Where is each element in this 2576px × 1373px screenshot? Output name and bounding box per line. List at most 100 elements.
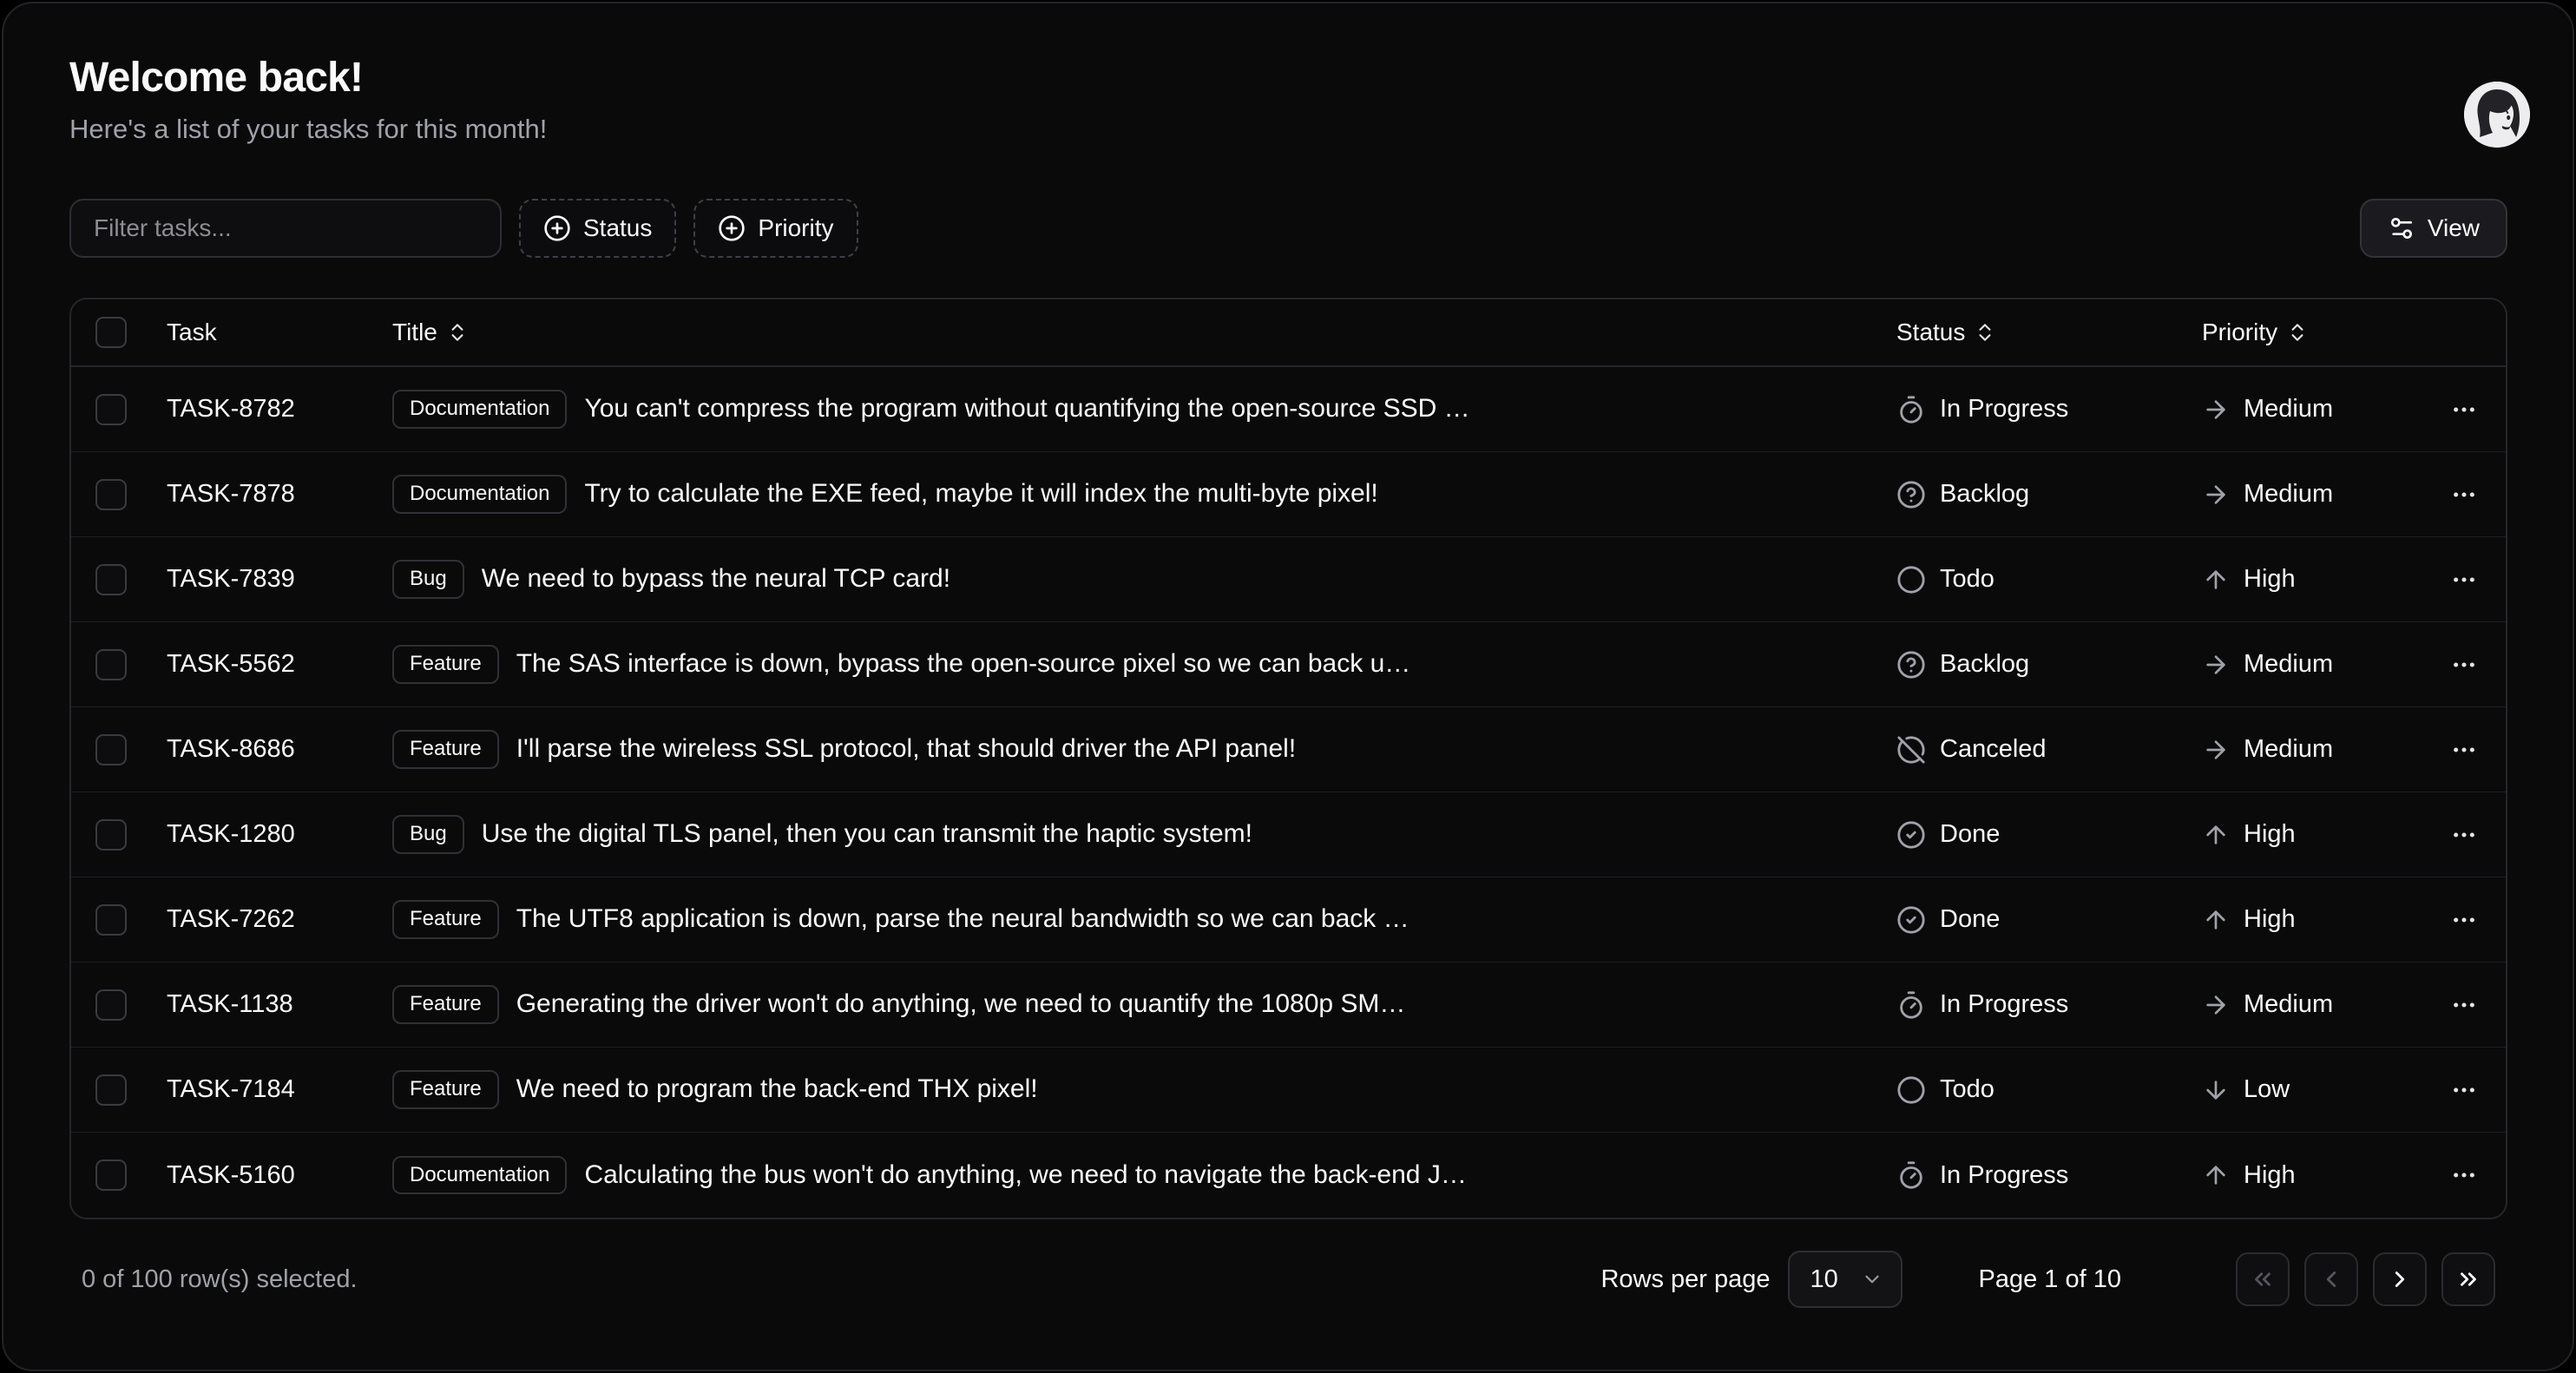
table-row: TASK-5160 Documentation Calculating the … xyxy=(71,1133,2506,1218)
task-id: TASK-7184 xyxy=(167,1075,295,1104)
task-id: TASK-1280 xyxy=(167,820,295,849)
arrow-right-icon xyxy=(2202,991,2230,1019)
row-actions-button[interactable] xyxy=(2439,470,2489,520)
page-header: Welcome back! Here's a list of your task… xyxy=(69,54,2507,145)
task-title: You can't compress the program without q… xyxy=(584,394,1469,424)
priority-filter-button[interactable]: Priority xyxy=(693,199,858,258)
chevron-down-icon xyxy=(1861,1268,1883,1291)
column-header-status-label: Status xyxy=(1896,319,1965,346)
row-checkbox[interactable] xyxy=(95,989,127,1021)
rows-per-page-label: Rows per page xyxy=(1600,1265,1770,1294)
row-actions-button[interactable] xyxy=(2439,384,2489,435)
ellipsis-icon xyxy=(2450,566,2478,594)
column-header-title-label: Title xyxy=(392,319,437,346)
view-options-button[interactable]: View xyxy=(2360,199,2507,258)
row-actions-button[interactable] xyxy=(2439,980,2489,1030)
next-page-button[interactable] xyxy=(2373,1252,2427,1306)
chevrons-left-icon xyxy=(2250,1266,2276,1292)
row-actions-button[interactable] xyxy=(2439,1065,2489,1115)
select-all-checkbox[interactable] xyxy=(95,317,127,348)
task-type-badge: Bug xyxy=(392,815,464,853)
priority-label: Medium xyxy=(2244,650,2333,679)
circle-plus-icon xyxy=(718,214,746,242)
priority-label: High xyxy=(2244,1161,2296,1190)
arrow-down-icon xyxy=(2202,1076,2230,1104)
row-actions-button[interactable] xyxy=(2439,895,2489,945)
table-row: TASK-7262 Feature The UTF8 application i… xyxy=(71,877,2506,962)
arrow-up-icon xyxy=(2202,821,2230,849)
page-info: Page 1 of 10 xyxy=(1979,1265,2121,1294)
ellipsis-icon xyxy=(2450,991,2478,1019)
circle-icon xyxy=(1896,1075,1926,1105)
last-page-button[interactable] xyxy=(2441,1252,2495,1306)
row-actions-button[interactable] xyxy=(2439,555,2489,605)
row-checkbox[interactable] xyxy=(95,394,127,425)
ellipsis-icon xyxy=(2450,481,2478,509)
circle-off-icon xyxy=(1896,735,1926,765)
row-checkbox[interactable] xyxy=(95,734,127,765)
app-window: Welcome back! Here's a list of your task… xyxy=(2,2,2574,1371)
row-checkbox[interactable] xyxy=(95,649,127,680)
row-actions-button[interactable] xyxy=(2439,810,2489,860)
priority-label: High xyxy=(2244,905,2296,934)
task-title: We need to bypass the neural TCP card! xyxy=(482,564,950,594)
table-row: TASK-7839 Bug We need to bypass the neur… xyxy=(71,537,2506,622)
table-row: TASK-7878 Documentation Try to calculate… xyxy=(71,452,2506,537)
row-checkbox[interactable] xyxy=(95,1159,127,1191)
chevrons-right-icon xyxy=(2455,1266,2481,1292)
status-label: Backlog xyxy=(1940,480,2029,509)
column-header-task: Task xyxy=(167,319,217,346)
priority-label: Low xyxy=(2244,1075,2290,1104)
task-id: TASK-7262 xyxy=(167,905,295,934)
row-checkbox[interactable] xyxy=(95,479,127,510)
row-actions-button[interactable] xyxy=(2439,1150,2489,1200)
row-checkbox[interactable] xyxy=(95,819,127,851)
first-page-button[interactable] xyxy=(2236,1252,2290,1306)
task-type-badge: Documentation xyxy=(392,475,567,513)
column-header-title-sort[interactable]: Title xyxy=(384,312,477,353)
row-checkbox[interactable] xyxy=(95,904,127,936)
tasks-table: Task Title Status Priority xyxy=(69,298,2507,1219)
task-type-badge: Documentation xyxy=(392,1156,567,1194)
task-title: Try to calculate the EXE feed, maybe it … xyxy=(584,479,1377,509)
priority-label: Medium xyxy=(2244,395,2333,424)
task-title: Generating the driver won't do anything,… xyxy=(516,989,1406,1019)
ellipsis-icon xyxy=(2450,396,2478,424)
pager-buttons xyxy=(2236,1252,2495,1306)
column-header-priority-sort[interactable]: Priority xyxy=(2193,312,2317,353)
task-type-badge: Feature xyxy=(392,730,499,768)
task-type-badge: Feature xyxy=(392,1070,499,1108)
ellipsis-icon xyxy=(2450,736,2478,764)
row-checkbox[interactable] xyxy=(95,564,127,595)
timer-icon xyxy=(1896,395,1926,424)
chevrons-up-down-icon xyxy=(1974,321,1996,344)
task-id: TASK-7839 xyxy=(167,565,295,594)
priority-label: Medium xyxy=(2244,735,2333,764)
status-label: Todo xyxy=(1940,1075,1994,1104)
user-avatar[interactable] xyxy=(2464,82,2530,148)
status-filter-label: Status xyxy=(583,214,652,242)
task-title: We need to program the back-end THX pixe… xyxy=(516,1074,1038,1104)
view-options-label: View xyxy=(2428,214,2480,242)
chevrons-up-down-icon xyxy=(2286,321,2309,344)
help-circle-icon xyxy=(1896,650,1926,680)
status-label: In Progress xyxy=(1940,395,2068,424)
status-filter-button[interactable]: Status xyxy=(519,199,676,258)
ellipsis-icon xyxy=(2450,1161,2478,1189)
check-circle-icon xyxy=(1896,820,1926,850)
row-actions-button[interactable] xyxy=(2439,725,2489,775)
filter-tasks-input[interactable] xyxy=(69,199,502,258)
task-id: TASK-8782 xyxy=(167,395,295,424)
previous-page-button[interactable] xyxy=(2304,1252,2358,1306)
row-actions-button[interactable] xyxy=(2439,640,2489,690)
chevron-right-icon xyxy=(2387,1266,2413,1292)
task-title: The SAS interface is down, bypass the op… xyxy=(516,649,1411,679)
ellipsis-icon xyxy=(2450,651,2478,679)
rows-per-page-select[interactable]: 10 xyxy=(1788,1251,1902,1308)
table-header-row: Task Title Status Priority xyxy=(71,299,2506,367)
check-circle-icon xyxy=(1896,905,1926,935)
row-checkbox[interactable] xyxy=(95,1074,127,1106)
column-header-status-sort[interactable]: Status xyxy=(1888,312,2005,353)
priority-label: Medium xyxy=(2244,990,2333,1019)
table-row: TASK-5562 Feature The SAS interface is d… xyxy=(71,622,2506,707)
